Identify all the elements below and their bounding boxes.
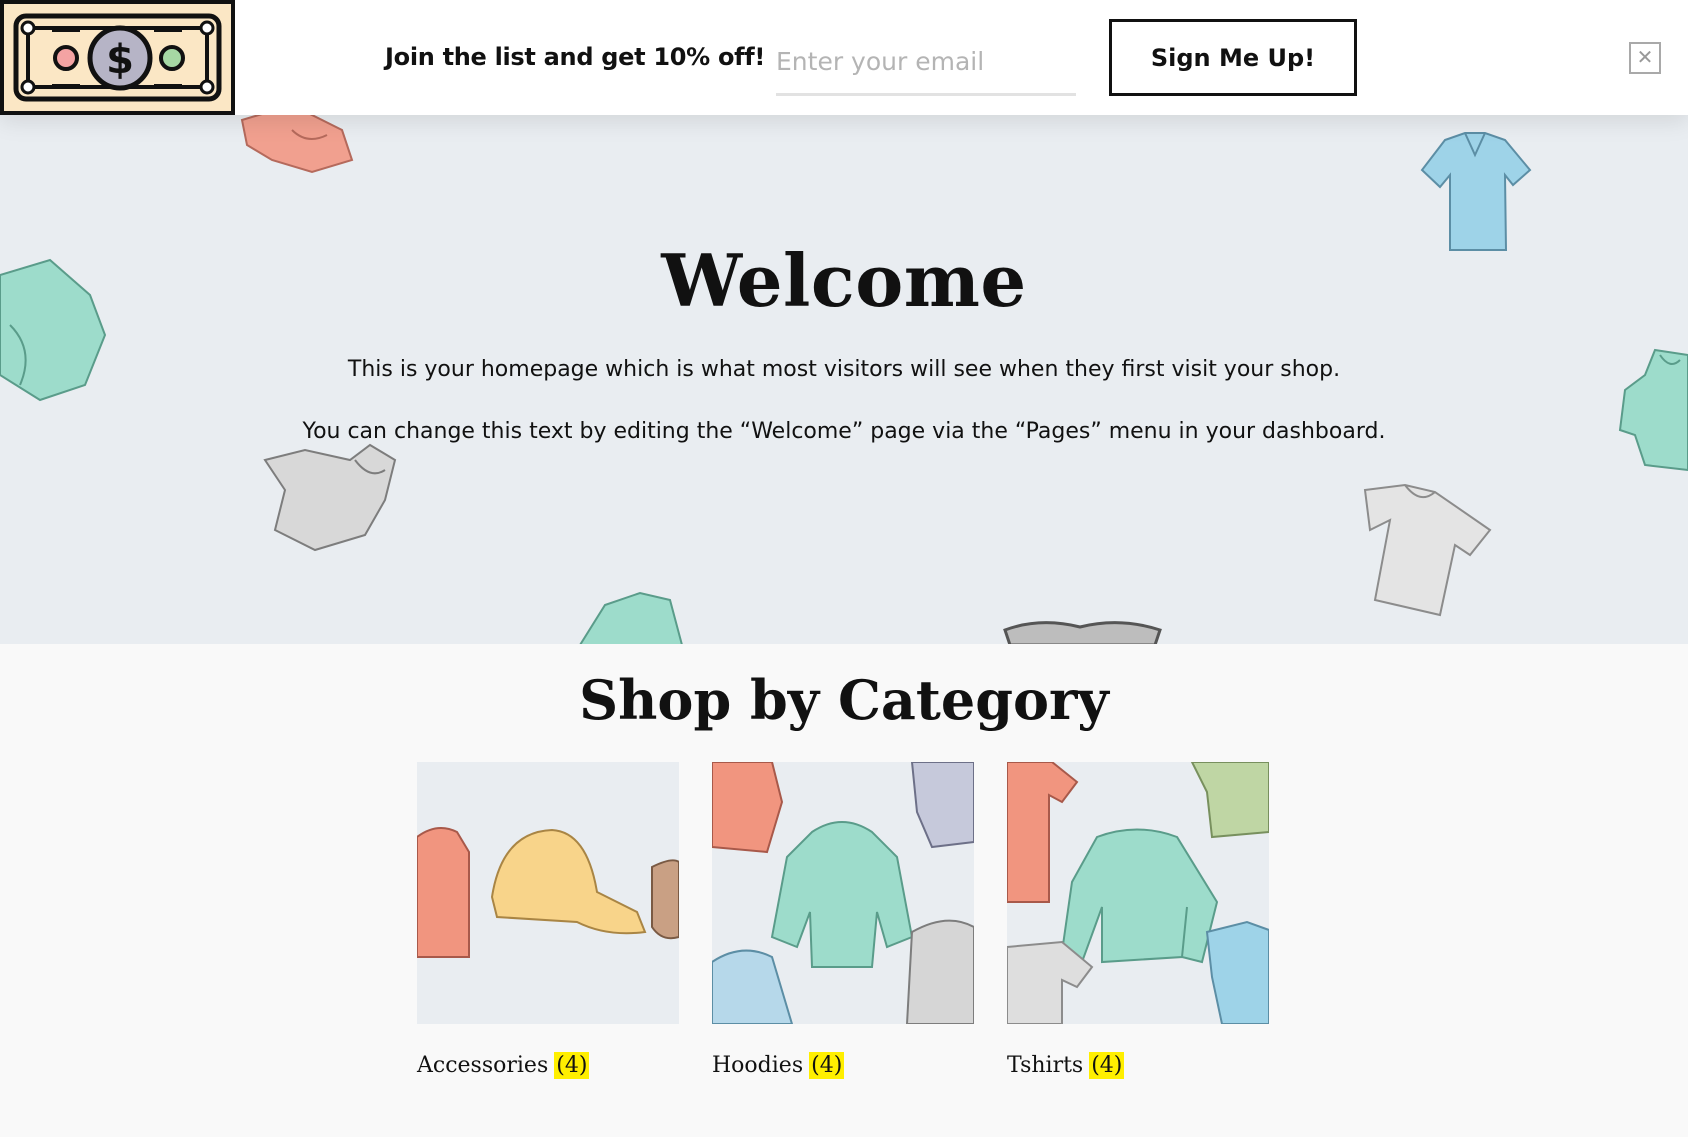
category-name-accessories[interactable]: Accessories	[417, 1053, 548, 1078]
hero-instructions: You can change this text by editing the …	[302, 419, 1386, 444]
signup-bar: $ Join the list and get 10% off! Sign Me…	[0, 0, 1688, 115]
category-count-badge: (4)	[809, 1052, 845, 1079]
hero-description: This is your homepage which is what most…	[347, 357, 1341, 382]
category-count-badge: (4)	[554, 1052, 590, 1079]
category-name-hoodies[interactable]: Hoodies	[712, 1053, 803, 1078]
signup-promo-text: Join the list and get 10% off!	[385, 43, 766, 71]
dollar-bill-icon: $	[13, 13, 222, 102]
category-count-badge: (4)	[1089, 1052, 1125, 1079]
category-image-hoodies[interactable]	[712, 762, 974, 1024]
category-image-tshirts[interactable]	[1007, 762, 1269, 1024]
green-item-illustration	[579, 591, 683, 644]
category-heading: Shop by Category	[579, 668, 1109, 732]
sign-up-button[interactable]: Sign Me Up!	[1109, 19, 1357, 96]
shop-by-category-section: Shop by Category Accessories (4) Hoodies…	[0, 644, 1688, 1137]
category-card-hoodies[interactable]: Hoodies (4)	[712, 762, 974, 1079]
category-card-accessories[interactable]: Accessories (4)	[417, 762, 679, 1079]
category-image-accessories[interactable]	[417, 762, 679, 1024]
close-icon[interactable]: ✕	[1629, 42, 1661, 74]
grey-tshirt-illustration	[1363, 483, 1492, 617]
sunglasses-illustration	[1003, 621, 1162, 644]
svg-text:$: $	[106, 37, 134, 83]
hero-title: Welcome	[661, 238, 1027, 323]
email-input[interactable]	[776, 36, 1076, 96]
logo[interactable]: $	[0, 0, 235, 115]
category-card-tshirts[interactable]: Tshirts (4)	[1007, 762, 1269, 1079]
category-name-tshirts[interactable]: Tshirts	[1007, 1053, 1083, 1078]
grey-hoodie-illustration	[263, 443, 397, 552]
